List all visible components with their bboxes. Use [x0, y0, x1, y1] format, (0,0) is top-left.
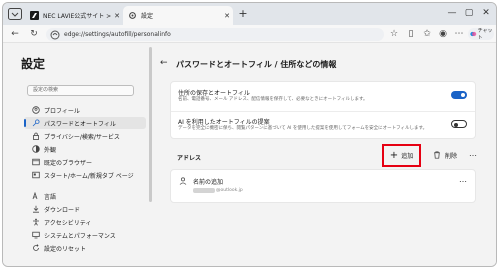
sidebar-item-downloads[interactable]: ダウンロード: [24, 203, 146, 215]
language-icon: [32, 192, 38, 200]
settings-main: ← パスワードとオートフィル / 住所などの情報 住所の保存とオートフィル 名前…: [153, 44, 496, 266]
settings-gear-icon: [129, 12, 136, 19]
nec-favicon-icon: [30, 11, 39, 20]
delete-label: 削除: [445, 152, 458, 160]
address-more-button[interactable]: …: [469, 149, 477, 158]
setting-description: 名前、電話番号、メール アドレス、配信情報を保存して、必要なときにオートフィルし…: [178, 97, 368, 102]
sidebar-item-label: アクセシビリティ: [44, 219, 92, 227]
sidebar-item-label: プライバシー/検索/サービス: [44, 133, 120, 141]
sidebar-item-accessibility[interactable]: アクセシビリティ: [24, 216, 146, 228]
new-tab-button[interactable]: +: [236, 7, 250, 21]
sidebar-item-label: パスワードとオートフィル: [44, 120, 116, 128]
key-icon: [32, 119, 40, 127]
appearance-icon: [32, 145, 40, 153]
sidebar-item-default-browser[interactable]: 既定のブラウザー: [24, 156, 146, 168]
sidebar-scrollbar[interactable]: [149, 47, 152, 202]
sidebar-item-label: 設定のリセット: [44, 245, 87, 253]
url-text: edge://settings/autofill/personalinfo: [64, 31, 171, 38]
edge-logo-icon: [50, 30, 60, 39]
system-icon: [32, 231, 40, 239]
address-entry-card[interactable]: 名前の追加 @outlook.jp …: [170, 169, 476, 203]
plus-icon: +: [389, 149, 399, 161]
tab-settings[interactable]: 設定 ✕: [123, 6, 233, 25]
tab-bar: NEC LAVIE公式サイト > サービス＆サ... ✕ 設定 ✕ + — ▢ …: [3, 3, 496, 25]
sidebar-item-label: 外観: [44, 146, 57, 154]
setting-description: データを完全に機密に保ち、閲覧パターンに基づいて AI を使用した提案を使用して…: [178, 126, 428, 131]
ai-autofill-toggle[interactable]: [451, 120, 467, 128]
sidebar-item-system[interactable]: システムとパフォーマンス: [24, 229, 146, 241]
browser-toolbar: ← ↻ edge://settings/autofill/personalinf…: [3, 25, 496, 43]
browser-window: NEC LAVIE公式サイト > サービス＆サ... ✕ 設定 ✕ + — ▢ …: [2, 2, 497, 267]
entry-name: 名前の追加: [193, 179, 224, 186]
favorites-icon[interactable]: ✩: [421, 28, 433, 40]
person-icon: [179, 177, 187, 185]
close-tab-icon[interactable]: ✕: [221, 12, 233, 20]
sidebar-title: 設定: [21, 57, 46, 71]
trash-icon: [434, 151, 440, 159]
copilot-label: チャット: [477, 28, 493, 41]
accessibility-icon: [33, 218, 39, 226]
tab-title: NEC LAVIE公式サイト > サービス＆サ...: [43, 13, 111, 20]
sidebar-item-label: プロフィール: [44, 107, 80, 115]
copilot-button[interactable]: チャット: [468, 28, 494, 41]
setting-title: 住所の保存とオートフィル: [178, 90, 250, 97]
back-icon[interactable]: ←: [9, 28, 21, 40]
close-window-icon[interactable]: ✕: [478, 5, 494, 21]
settings-page: 設定 設定の検索 プロフィール パスワードとオートフィル プライバシー/検索/サ…: [3, 44, 496, 266]
save-addresses-toggle[interactable]: [451, 91, 467, 99]
setting-title: AI を利用したオートフィルの提案: [178, 119, 270, 126]
back-arrow-icon[interactable]: ←: [160, 58, 168, 68]
add-address-button[interactable]: + 追加: [382, 144, 421, 167]
maximize-icon[interactable]: ▢: [461, 5, 477, 21]
more-menu-icon[interactable]: ⋯: [453, 28, 465, 40]
browser-icon: [32, 158, 40, 166]
entry-email: @outlook.jp: [193, 188, 243, 193]
delete-address-button[interactable]: 削除: [433, 150, 457, 160]
sidebar-item-start-home[interactable]: スタート/ホーム/新規タブ ページ: [24, 169, 146, 181]
sidebar-item-label: スタート/ホーム/新規タブ ページ: [44, 172, 134, 180]
home-icon: [32, 171, 40, 179]
settings-search-input[interactable]: 設定の検索: [27, 85, 134, 96]
sidebar-item-appearance[interactable]: 外観: [24, 143, 146, 155]
settings-sidebar: 設定 設定の検索 プロフィール パスワードとオートフィル プライバシー/検索/サ…: [3, 44, 153, 266]
divider: [171, 111, 475, 112]
redacted-email-user: [193, 188, 215, 193]
entry-more-button[interactable]: …: [459, 175, 467, 184]
refresh-icon[interactable]: ↻: [28, 28, 40, 40]
reset-icon: [33, 244, 39, 251]
sidebar-item-language[interactable]: 言語: [24, 190, 146, 202]
sidebar-item-label: 言語: [44, 193, 57, 201]
copilot-icon: [470, 31, 477, 37]
tab-title: 設定: [141, 13, 154, 20]
split-screen-icon[interactable]: ▯: [405, 28, 417, 40]
autofill-settings-card: 住所の保存とオートフィル 名前、電話番号、メール アドレス、配信情報を保存して、…: [170, 81, 476, 139]
lock-icon: [33, 132, 39, 140]
profile-icon: [32, 106, 40, 114]
sidebar-item-label: システムとパフォーマンス: [44, 232, 116, 240]
tab-nec-lavie[interactable]: NEC LAVIE公式サイト > サービス＆サ... ✕: [25, 6, 123, 25]
sidebar-item-profile[interactable]: プロフィール: [24, 104, 146, 116]
sidebar-item-reset[interactable]: 設定のリセット: [24, 242, 146, 254]
sidebar-item-label: 既定のブラウザー: [44, 159, 93, 167]
sidebar-item-passwords-autofill[interactable]: パスワードとオートフィル: [24, 117, 146, 129]
add-label: 追加: [401, 153, 414, 160]
profile-avatar-icon[interactable]: ◉: [437, 28, 449, 40]
address-bar[interactable]: edge://settings/autofill/personalinfo: [46, 28, 384, 41]
page-title: パスワードとオートフィル / 住所などの情報: [176, 60, 337, 69]
minimize-icon[interactable]: —: [444, 5, 460, 21]
download-icon: [33, 205, 39, 213]
sidebar-item-privacy[interactable]: プライバシー/検索/サービス: [24, 130, 146, 142]
close-tab-icon[interactable]: ✕: [111, 12, 123, 20]
tab-actions-icon[interactable]: [8, 8, 22, 20]
email-domain: @outlook.jp: [216, 188, 243, 193]
sidebar-item-label: ダウンロード: [44, 206, 81, 214]
favorite-star-icon[interactable]: ☆: [388, 28, 400, 40]
address-section-label: アドレス: [177, 155, 202, 162]
